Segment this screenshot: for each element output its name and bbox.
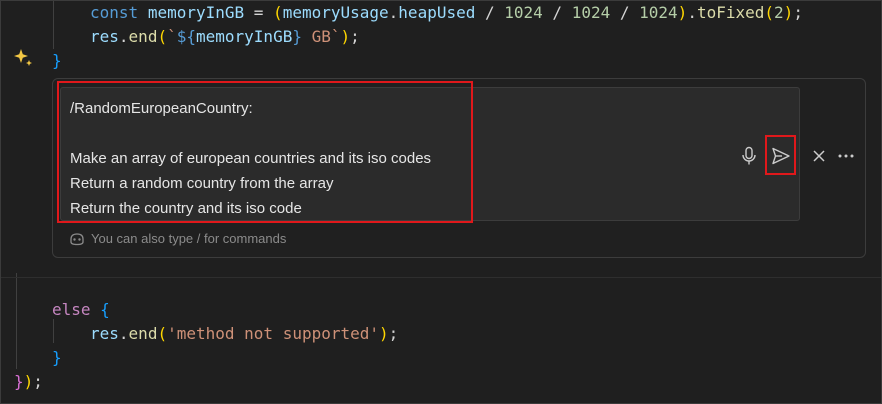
more-button[interactable] (834, 144, 858, 168)
prompt-highlight-box (57, 81, 473, 223)
code-line-res-end[interactable]: res.end(`${memoryInGB} GB`); (90, 25, 360, 49)
indent-guide (16, 273, 17, 369)
code-line-else[interactable]: else { (52, 298, 110, 322)
send-highlight-box (765, 135, 796, 175)
editor-separator (1, 277, 881, 278)
copilot-icon (70, 232, 84, 245)
code-line-final[interactable]: }); (14, 370, 43, 394)
code-line-close-brace[interactable]: } (52, 49, 62, 73)
indent-guide (53, 319, 54, 343)
more-icon (838, 154, 854, 158)
code-line-res-end-method[interactable]: res.end('method not supported'); (90, 322, 398, 346)
code-line-else-close[interactable]: } (52, 346, 62, 370)
commands-hint: You can also type / for commands (69, 231, 286, 246)
close-icon (813, 150, 825, 162)
indent-guide (53, 1, 54, 49)
code-line-memory-calc[interactable]: const memoryInGB = (memoryUsage.heapUsed… (90, 1, 803, 25)
hint-text: You can also type / for commands (91, 231, 287, 246)
editor-frame: const memoryInGB = (memoryUsage.heapUsed… (0, 0, 882, 404)
close-button[interactable] (807, 144, 831, 168)
microphone-icon[interactable] (737, 144, 761, 168)
sparkle-icon[interactable] (11, 46, 35, 70)
